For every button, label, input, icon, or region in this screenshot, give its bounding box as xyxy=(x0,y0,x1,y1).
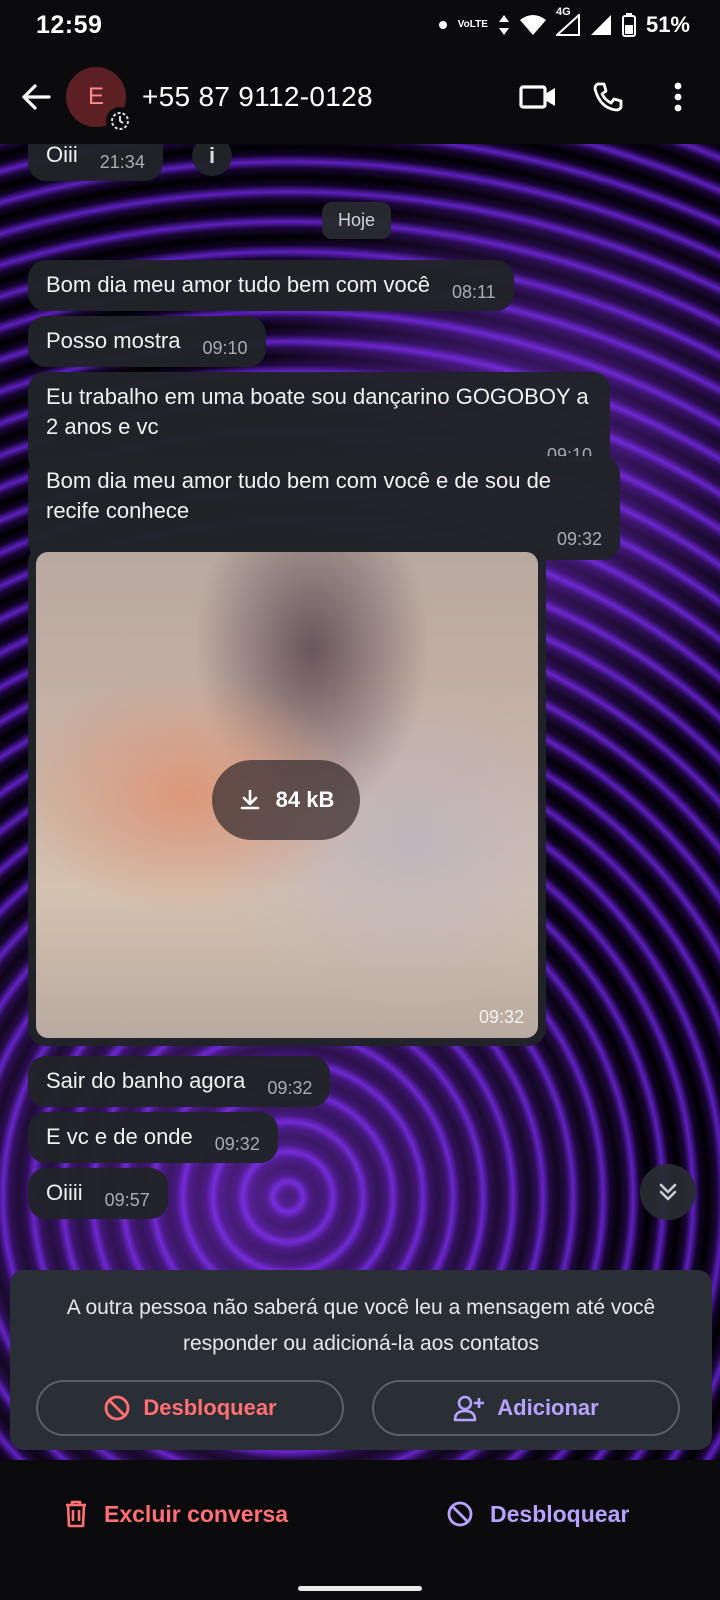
message-bubble[interactable]: E vc e de onde 09:32 xyxy=(28,1112,278,1163)
status-time: 12:59 xyxy=(36,10,103,39)
message-text: Oiiii xyxy=(46,1180,83,1205)
message-time: 21:34 xyxy=(99,152,145,172)
more-options-button[interactable] xyxy=(648,67,708,127)
phone-icon xyxy=(593,82,623,112)
trash-icon xyxy=(66,1500,86,1528)
volte-bottom-label: LTE xyxy=(469,19,488,30)
block-icon xyxy=(104,1395,130,1421)
header-actions xyxy=(498,67,720,127)
image-message[interactable]: 84 kB 09:32 xyxy=(28,544,546,1046)
home-indicator[interactable] xyxy=(298,1586,422,1591)
bottom-unblock-button[interactable]: Desbloquear xyxy=(446,1500,629,1528)
download-button[interactable]: 84 kB xyxy=(212,760,360,840)
add-person-icon xyxy=(453,1395,485,1422)
unknown-contact-notice: A outra pessoa não saberá que você leu a… xyxy=(10,1270,712,1450)
contact-name[interactable]: +55 87 9112-0128 xyxy=(142,81,373,113)
message-text: Sair do banho agora xyxy=(46,1068,246,1093)
wifi-icon xyxy=(519,14,546,36)
avatar[interactable]: E xyxy=(66,67,134,135)
download-icon xyxy=(240,789,259,810)
video-camera-icon xyxy=(519,85,555,109)
image-size-label: 84 kB xyxy=(275,787,335,812)
date-chip: Hoje xyxy=(322,202,392,239)
signal-4g-icon: 4G xyxy=(555,6,580,36)
image-time: 09:32 xyxy=(478,1007,524,1027)
chat-area[interactable]: Oiii 21:34 i Hoje Bom dia meu amor tudo b… xyxy=(0,144,720,1460)
voice-call-button[interactable] xyxy=(578,67,638,127)
video-call-button[interactable] xyxy=(508,67,568,127)
bottom-action-bar: Excluir conversa Desbloquear xyxy=(0,1460,720,1600)
data-arrows-icon xyxy=(498,14,510,36)
message-time: 09:10 xyxy=(202,338,248,358)
block-icon xyxy=(447,1501,473,1527)
status-bar: 12:59 Vo LTE 4G 51% xyxy=(0,0,720,50)
message-text: Posso mostra xyxy=(46,328,181,353)
notice-text: A outra pessoa não saberá que você leu a… xyxy=(66,1296,656,1355)
message-bubble[interactable]: Sair do banho agora 09:32 xyxy=(28,1056,331,1107)
message-text: E vc e de onde xyxy=(46,1124,193,1149)
bottom-unblock-label: Desbloquear xyxy=(490,1500,630,1527)
chat-header: E +55 87 9112-0128 xyxy=(0,50,720,144)
message-time: 09:32 xyxy=(214,1134,260,1154)
message-bubble[interactable]: Bom dia meu amor tudo bem com você 08:11 xyxy=(28,260,514,311)
notification-dot-icon xyxy=(438,20,448,30)
message-time: 09:57 xyxy=(104,1190,150,1210)
delete-chat-button[interactable]: Excluir conversa xyxy=(64,1500,288,1528)
more-vertical-icon xyxy=(674,82,682,112)
info-icon[interactable]: i xyxy=(192,144,232,176)
volte-icon: Vo LTE xyxy=(458,20,488,30)
message-bubble[interactable]: Posso mostra 09:10 xyxy=(28,316,266,367)
message-text: Bom dia meu amor tudo bem com você e de … xyxy=(46,468,552,523)
double-chevron-down-icon xyxy=(659,1183,677,1201)
message-bubble[interactable]: Oiii 21:34 xyxy=(28,144,163,181)
message-time: 08:11 xyxy=(451,282,496,302)
back-button[interactable] xyxy=(6,67,66,127)
signal-icon xyxy=(590,14,612,36)
message-text: Bom dia meu amor tudo bem com você xyxy=(46,272,430,297)
add-contact-label: Adicionar xyxy=(497,1395,599,1420)
battery-icon xyxy=(621,13,636,37)
avatar-initial: E xyxy=(87,83,104,110)
message-time: 09:32 xyxy=(267,1078,313,1098)
battery-percent: 51% xyxy=(645,12,690,37)
unblock-button[interactable]: Desbloquear xyxy=(36,1380,344,1436)
scroll-to-bottom-button[interactable] xyxy=(640,1164,696,1220)
unblock-label: Desbloquear xyxy=(143,1395,277,1420)
disappearing-timer-icon xyxy=(106,107,134,135)
volte-top-label: Vo xyxy=(457,19,470,30)
blurred-image-preview[interactable]: 84 kB 09:32 xyxy=(36,552,538,1038)
status-icons: Vo LTE 4G 51% xyxy=(438,6,690,38)
delete-chat-label: Excluir conversa xyxy=(104,1500,289,1527)
back-arrow-icon xyxy=(22,84,51,110)
message-text: Eu trabalho em uma boate sou dançarino G… xyxy=(46,384,589,439)
message-bubble[interactable]: Oiiii 09:57 xyxy=(28,1168,168,1219)
message-text: Oiii xyxy=(46,144,78,167)
network-type-label: 4G xyxy=(555,6,571,18)
add-contact-button[interactable]: Adicionar xyxy=(372,1380,680,1436)
